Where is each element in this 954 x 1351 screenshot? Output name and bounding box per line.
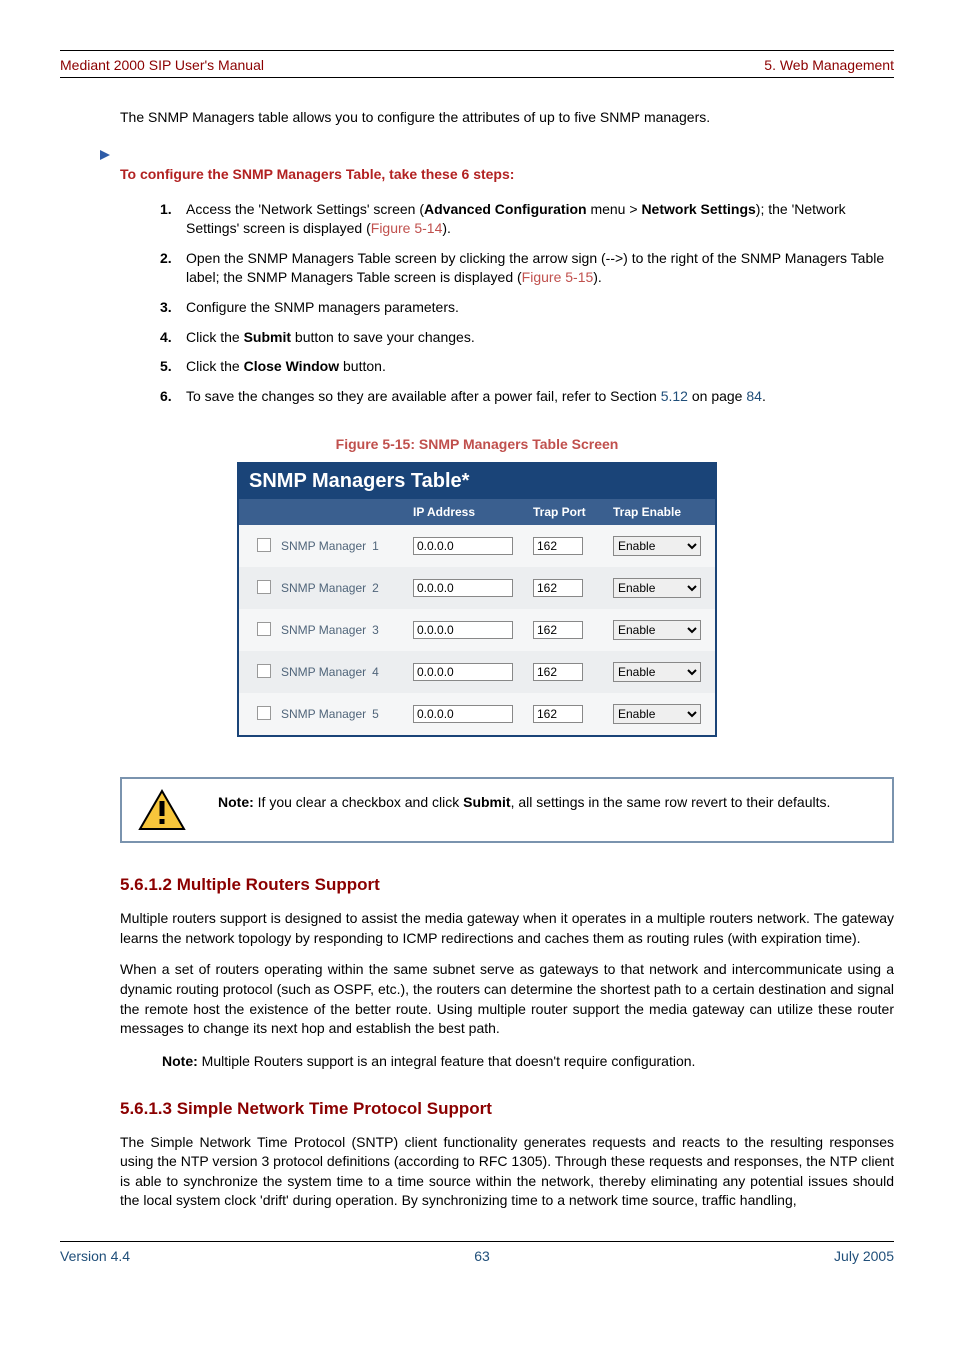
note-label: Note: (218, 794, 254, 810)
step-4: 4. Click the Submit button to save your … (160, 328, 894, 348)
step-number: 3. (160, 298, 178, 318)
row-checkbox[interactable] (257, 706, 271, 720)
section-heading: 5.6.1.3 Simple Network Time Protocol Sup… (120, 1097, 894, 1121)
warning-icon (138, 789, 186, 831)
footer-right: July 2005 (834, 1248, 894, 1264)
row-checkbox[interactable] (257, 622, 271, 636)
ip-input[interactable] (413, 705, 513, 723)
arrow-icon (100, 150, 110, 160)
paragraph: Multiple routers support is designed to … (120, 909, 894, 948)
table-title: SNMP Managers Table* (239, 464, 715, 499)
ip-input[interactable] (413, 579, 513, 597)
page-link[interactable]: 84 (746, 388, 762, 404)
column-ip: IP Address (409, 499, 529, 525)
paragraph: The Simple Network Time Protocol (SNTP) … (120, 1133, 894, 1211)
enable-select[interactable]: Enable (613, 704, 701, 724)
port-input[interactable] (533, 705, 583, 723)
step-number: 2. (160, 249, 178, 288)
table-row: SNMP Manager4 Enable (239, 651, 715, 693)
port-input[interactable] (533, 663, 583, 681)
page-header: Mediant 2000 SIP User's Manual 5. Web Ma… (60, 57, 894, 77)
step-5: 5. Click the Close Window button. (160, 357, 894, 377)
snmp-managers-table: SNMP Managers Table* IP Address Trap Por… (237, 462, 717, 737)
table-header-row: IP Address Trap Port Trap Enable (239, 499, 715, 525)
step-1: 1. Access the 'Network Settings' screen … (160, 200, 894, 239)
enable-select[interactable]: Enable (613, 578, 701, 598)
enable-select[interactable]: Enable (613, 662, 701, 682)
figure-link[interactable]: Figure 5-14 (371, 220, 443, 236)
table-row: SNMP Manager2 Enable (239, 567, 715, 609)
figure-caption: Figure 5-15: SNMP Managers Table Screen (60, 436, 894, 452)
ip-input[interactable] (413, 621, 513, 639)
enable-select[interactable]: Enable (613, 620, 701, 640)
note-box: Note: If you clear a checkbox and click … (120, 777, 894, 843)
ip-input[interactable] (413, 663, 513, 681)
port-input[interactable] (533, 621, 583, 639)
row-checkbox[interactable] (257, 538, 271, 552)
column-enable: Trap Enable (609, 499, 711, 525)
step-2: 2. Open the SNMP Managers Table screen b… (160, 249, 894, 288)
procedure-lead: To configure the SNMP Managers Table, ta… (100, 146, 894, 190)
figure-link[interactable]: Figure 5-15 (522, 269, 594, 285)
inline-note: Note: Multiple Routers support is an int… (162, 1053, 894, 1069)
row-checkbox[interactable] (257, 580, 271, 594)
step-number: 1. (160, 200, 178, 239)
step-number: 6. (160, 387, 178, 407)
step-number: 4. (160, 328, 178, 348)
header-right: 5. Web Management (764, 57, 894, 73)
footer-left: Version 4.4 (60, 1248, 130, 1264)
row-checkbox[interactable] (257, 664, 271, 678)
section-link[interactable]: 5.12 (661, 388, 688, 404)
step-3: 3. Configure the SNMP managers parameter… (160, 298, 894, 318)
section-heading: 5.6.1.2 Multiple Routers Support (120, 873, 894, 897)
paragraph: When a set of routers operating within t… (120, 960, 894, 1038)
step-6: 6. To save the changes so they are avail… (160, 387, 894, 407)
column-port: Trap Port (529, 499, 609, 525)
table-row: SNMP Manager5 Enable (239, 693, 715, 735)
step-number: 5. (160, 357, 178, 377)
footer-center: 63 (474, 1248, 490, 1264)
procedure-lead-text: To configure the SNMP Managers Table, ta… (120, 166, 514, 182)
table-row: SNMP Manager3 Enable (239, 609, 715, 651)
table-row: SNMP Manager1 Enable (239, 525, 715, 567)
header-left: Mediant 2000 SIP User's Manual (60, 57, 264, 73)
ip-input[interactable] (413, 537, 513, 555)
enable-select[interactable]: Enable (613, 536, 701, 556)
page-footer: Version 4.4 63 July 2005 (60, 1241, 894, 1264)
port-input[interactable] (533, 537, 583, 555)
intro-paragraph: The SNMP Managers table allows you to co… (120, 108, 894, 128)
port-input[interactable] (533, 579, 583, 597)
